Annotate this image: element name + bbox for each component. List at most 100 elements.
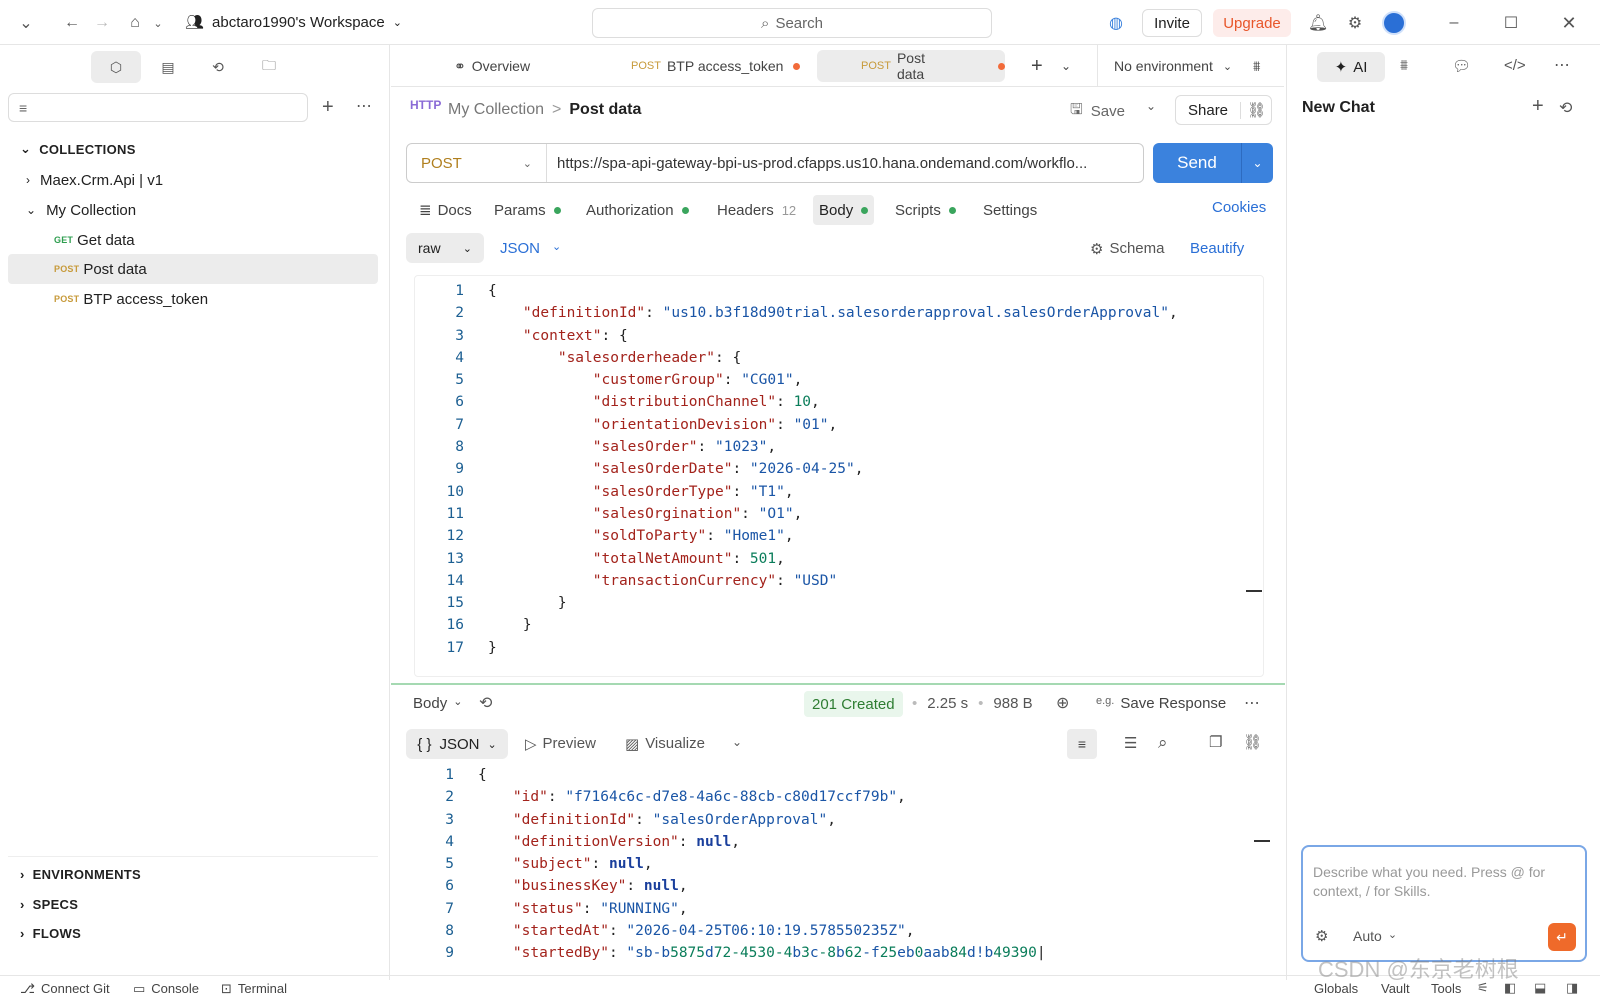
history-icon[interactable]: ⟲ [479,693,492,713]
code-line[interactable]: "soldToParty": "Home1", [488,525,1178,547]
close-icon[interactable]: ✕ [1557,11,1581,35]
environments-icon[interactable]: ▤ [143,51,193,83]
response-time[interactable]: 2.25 s [927,695,968,712]
more-options-icon[interactable]: ⋯ [356,96,372,116]
save-response-button[interactable]: e.g. Save Response [1096,695,1226,712]
code-line[interactable]: "context": { [488,325,1178,347]
add-icon[interactable]: + [322,96,334,119]
link-icon[interactable]: ⛓︎ [1241,101,1272,119]
chevron-down-icon[interactable]: ⌄ [14,11,38,35]
code-line[interactable]: "customerGroup": "CG01", [488,369,1178,391]
comments-icon[interactable]: 💬︎ [1452,57,1471,75]
cookies-link[interactable]: Cookies [1212,199,1266,216]
collections-icon[interactable]: ⬡ [91,51,141,83]
workspace-switcher[interactable]: 👥︎ abctaro1990's Workspace ⌄ [185,13,402,32]
layout-right-icon[interactable]: ◨ [1566,980,1578,996]
flows-section[interactable]: › FLOWS [20,926,81,941]
home-icon[interactable]: ⌂ [123,11,147,35]
code-icon[interactable]: </> [1504,57,1526,74]
tab-scripts[interactable]: Scripts [889,195,962,225]
environments-section[interactable]: › ENVIRONMENTS [20,867,141,882]
filter-input[interactable]: ≡ [8,93,308,122]
invite-button[interactable]: Invite [1142,9,1202,37]
model-mode-select[interactable]: Auto ⌄ [1353,928,1397,944]
code-line[interactable]: "startedBy": "sb-b5875d72-4530-4b3c-8b62… [478,942,1046,964]
gear-icon[interactable]: ⚙ [1315,927,1328,945]
code-line[interactable]: { [478,764,1046,786]
code-line[interactable]: "salesOrderDate": "2026-04-25", [488,458,1178,480]
specs-section[interactable]: › SPECS [20,897,78,912]
maximize-icon[interactable]: ☐ [1499,11,1523,35]
terminal-button[interactable]: ⊡ Terminal [221,981,287,997]
code-line[interactable]: "salesorderheader": { [488,347,1178,369]
back-arrow-icon[interactable]: ← [60,11,84,35]
tab-authorization[interactable]: Authorization [580,195,695,225]
sync-status-icon[interactable]: ◍ [1104,11,1128,35]
console-button[interactable]: ▭ Console [133,981,199,997]
code-line[interactable]: "orientationDevision": "01", [488,414,1178,436]
visualize-button[interactable]: ▨ Visualize [625,735,705,753]
new-chat-icon[interactable]: + [1532,95,1544,118]
wrap-lines-icon[interactable]: ≡ [1067,729,1097,759]
response-body-code[interactable]: { "id": "f7164c6c-d7e8-4a6c-88cb-c80d17c… [478,764,1046,965]
forward-arrow-icon[interactable]: → [90,11,114,35]
code-line[interactable]: { [488,280,1178,302]
send-button[interactable]: Send ⌄ [1153,143,1273,183]
save-button[interactable]: 🖫︎ Save [1070,99,1125,124]
send-menu-chevron-icon[interactable]: ⌄ [1241,143,1273,183]
tab-settings[interactable]: Settings [977,195,1043,225]
breadcrumb-collection[interactable]: My Collection [448,101,544,119]
avatar[interactable] [1382,11,1406,35]
code-line[interactable]: "distributionChannel": 10, [488,391,1178,413]
more-options-icon[interactable]: ⋯ [1244,693,1260,713]
code-line[interactable]: } [488,637,1178,659]
tab-btp-access-token[interactable]: POST BTP access_token [631,45,801,87]
search-input[interactable]: ⌕ Search [592,8,992,38]
tab-overview[interactable]: ⚭ Overview [454,45,530,87]
home-menu-chevron-icon[interactable]: ⌄ [146,11,170,35]
bell-icon[interactable]: 🔔︎ [1306,11,1330,35]
code-line[interactable]: "totalNetAmount": 501, [488,548,1178,570]
environment-selector[interactable]: No environment ⌄ [1097,45,1232,87]
share-button[interactable]: Share ⛓︎ [1175,95,1272,125]
panel-resizer[interactable] [391,683,1285,685]
visualize-menu-chevron-icon[interactable]: ⌄ [732,735,742,749]
code-line[interactable]: "transactionCurrency": "USD" [488,570,1178,592]
tree-item-maex-crm-api[interactable]: › Maex.Crm.Api | v1 [8,165,378,195]
gear-icon[interactable]: ⚙ [1343,11,1367,35]
tree-item-my-collection[interactable]: ⌄ My Collection [8,195,378,225]
method-select[interactable]: POST ⌄ [407,144,547,182]
folder-icon[interactable]: 🗀︎ [244,51,294,83]
tree-item-btp-access-token[interactable]: POST BTP access_token [8,284,378,314]
link-icon[interactable]: ⛓︎ [1243,733,1262,751]
ai-tab[interactable]: ✦ AI [1317,52,1385,82]
layout-bottom-icon[interactable]: ⬓ [1534,980,1546,996]
request-body-code[interactable]: { "definitionId": "us10.b3f18d90trial.sa… [488,280,1178,659]
code-line[interactable]: "definitionId": "salesOrderApproval", [478,809,1046,831]
collections-header[interactable]: ⌄ COLLECTIONS [20,141,136,157]
tab-docs[interactable]: ≣ Docs [413,195,478,225]
language-select[interactable]: JSON ⌄ [500,240,561,257]
response-size[interactable]: 988 B [993,695,1032,712]
code-line[interactable]: } [488,614,1178,636]
filter-icon[interactable]: ☰ [1124,734,1137,752]
connect-git-button[interactable]: ⎇ Connect Git [20,981,110,997]
chat-history-icon[interactable]: ⟲ [1559,98,1572,118]
send-chat-button[interactable]: ↵ [1548,923,1576,951]
save-menu-chevron-icon[interactable]: ⌄ [1146,99,1156,113]
more-options-icon[interactable]: ⋯ [1554,55,1570,75]
code-line[interactable]: "definitionId": "us10.b3f18d90trial.sale… [488,302,1178,324]
preview-button[interactable]: ▷ Preview [525,735,596,753]
tabs-menu-chevron-icon[interactable]: ⌄ [1061,45,1071,87]
schema-button[interactable]: ⚙︎ Schema [1090,240,1164,258]
upgrade-button[interactable]: Upgrade [1213,9,1291,37]
code-line[interactable]: "salesOrder": "1023", [488,436,1178,458]
copy-icon[interactable]: ❐ [1209,733,1222,751]
new-tab-icon[interactable]: + [1031,45,1043,87]
variables-icon[interactable]: ⩩ [1400,57,1408,74]
tree-item-post-data[interactable]: POST Post data [8,254,378,284]
code-line[interactable]: "salesOrgination": "O1", [488,503,1178,525]
response-format-select[interactable]: { } JSON ⌄ [406,729,508,759]
code-line[interactable]: "startedAt": "2026-04-25T06:10:19.578550… [478,920,1046,942]
tab-body[interactable]: Body [813,195,875,225]
